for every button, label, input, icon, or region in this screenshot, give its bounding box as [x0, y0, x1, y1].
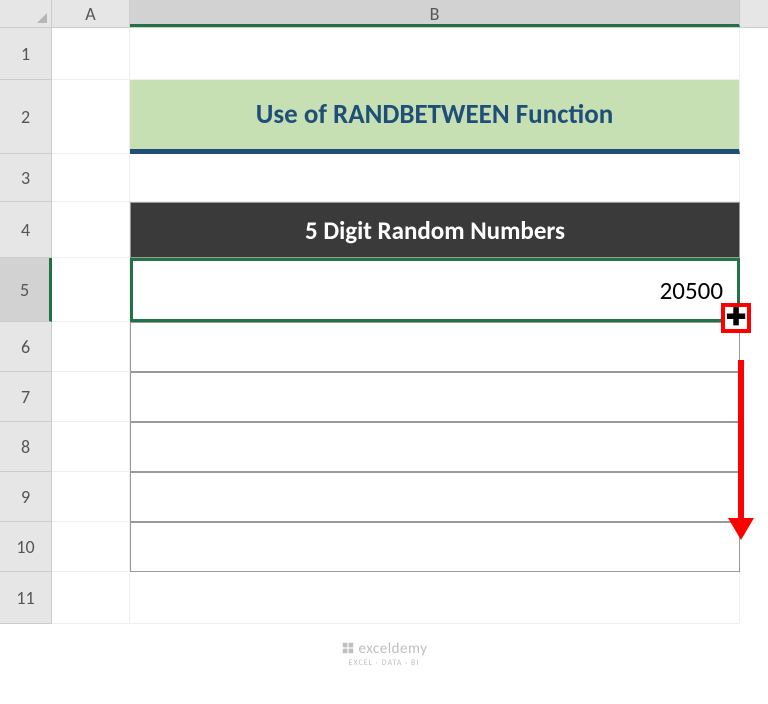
- cell-b11[interactable]: [130, 572, 740, 624]
- plus-icon: ✚: [726, 306, 746, 330]
- row-header-5[interactable]: 5: [0, 258, 52, 322]
- cell-a6[interactable]: [52, 322, 130, 372]
- active-cell-b5[interactable]: 20500 ✚: [130, 258, 740, 322]
- fill-handle[interactable]: ✚: [721, 303, 751, 333]
- row-header-1[interactable]: 1: [0, 28, 52, 80]
- row-header-11[interactable]: 11: [0, 572, 52, 624]
- column-header-a[interactable]: A: [52, 0, 130, 27]
- cell-b8[interactable]: [130, 422, 740, 472]
- cell-a4[interactable]: [52, 202, 130, 258]
- row-header-6[interactable]: 6: [0, 322, 52, 372]
- cell-a9[interactable]: [52, 472, 130, 522]
- row-10: 10: [0, 522, 768, 572]
- watermark-brand: exceldemy: [359, 640, 428, 658]
- row-header-10[interactable]: 10: [0, 522, 52, 572]
- cell-a11[interactable]: [52, 572, 130, 624]
- active-cell-value: 20500: [660, 275, 723, 306]
- cell-b6[interactable]: [130, 322, 740, 372]
- watermark-logo-icon: [341, 641, 355, 660]
- cell-a5[interactable]: [52, 258, 130, 322]
- cell-a2[interactable]: [52, 80, 130, 154]
- row-header-2[interactable]: 2: [0, 80, 52, 154]
- row-4: 4 5 Digit Random Numbers: [0, 202, 768, 258]
- column-header-b[interactable]: B: [130, 0, 740, 27]
- row-5: 5 20500 ✚: [0, 258, 768, 322]
- row-header-8[interactable]: 8: [0, 422, 52, 472]
- row-2: 2 Use of RANDBETWEEN Function: [0, 80, 768, 154]
- row-3: 3: [0, 154, 768, 202]
- cell-b9[interactable]: [130, 472, 740, 522]
- row-6: 6: [0, 322, 768, 372]
- cell-a1[interactable]: [52, 28, 130, 80]
- row-header-3[interactable]: 3: [0, 154, 52, 202]
- cell-a7[interactable]: [52, 372, 130, 422]
- cell-a8[interactable]: [52, 422, 130, 472]
- row-8: 8: [0, 422, 768, 472]
- cell-b1[interactable]: [130, 28, 740, 80]
- watermark-tagline: EXCEL · DATA · BI: [0, 658, 768, 668]
- title-cell[interactable]: Use of RANDBETWEEN Function: [130, 80, 740, 154]
- watermark: exceldemy EXCEL · DATA · BI: [0, 640, 768, 668]
- cell-b3[interactable]: [130, 154, 740, 202]
- row-1: 1: [0, 28, 768, 80]
- table-header-cell[interactable]: 5 Digit Random Numbers: [130, 202, 740, 258]
- row-11: 11: [0, 572, 768, 624]
- column-header-row: A B: [0, 0, 768, 28]
- cell-a3[interactable]: [52, 154, 130, 202]
- row-header-4[interactable]: 4: [0, 202, 52, 258]
- drag-down-arrow-icon: [738, 360, 744, 520]
- cell-b10[interactable]: [130, 522, 740, 572]
- cell-b7[interactable]: [130, 372, 740, 422]
- select-all-corner[interactable]: [0, 0, 52, 28]
- cell-a10[interactable]: [52, 522, 130, 572]
- row-9: 9: [0, 472, 768, 522]
- spreadsheet-grid: A B 1 2 Use of RANDBETWEEN Function 3 4 …: [0, 0, 768, 704]
- row-7: 7: [0, 372, 768, 422]
- row-header-7[interactable]: 7: [0, 372, 52, 422]
- row-header-9[interactable]: 9: [0, 472, 52, 522]
